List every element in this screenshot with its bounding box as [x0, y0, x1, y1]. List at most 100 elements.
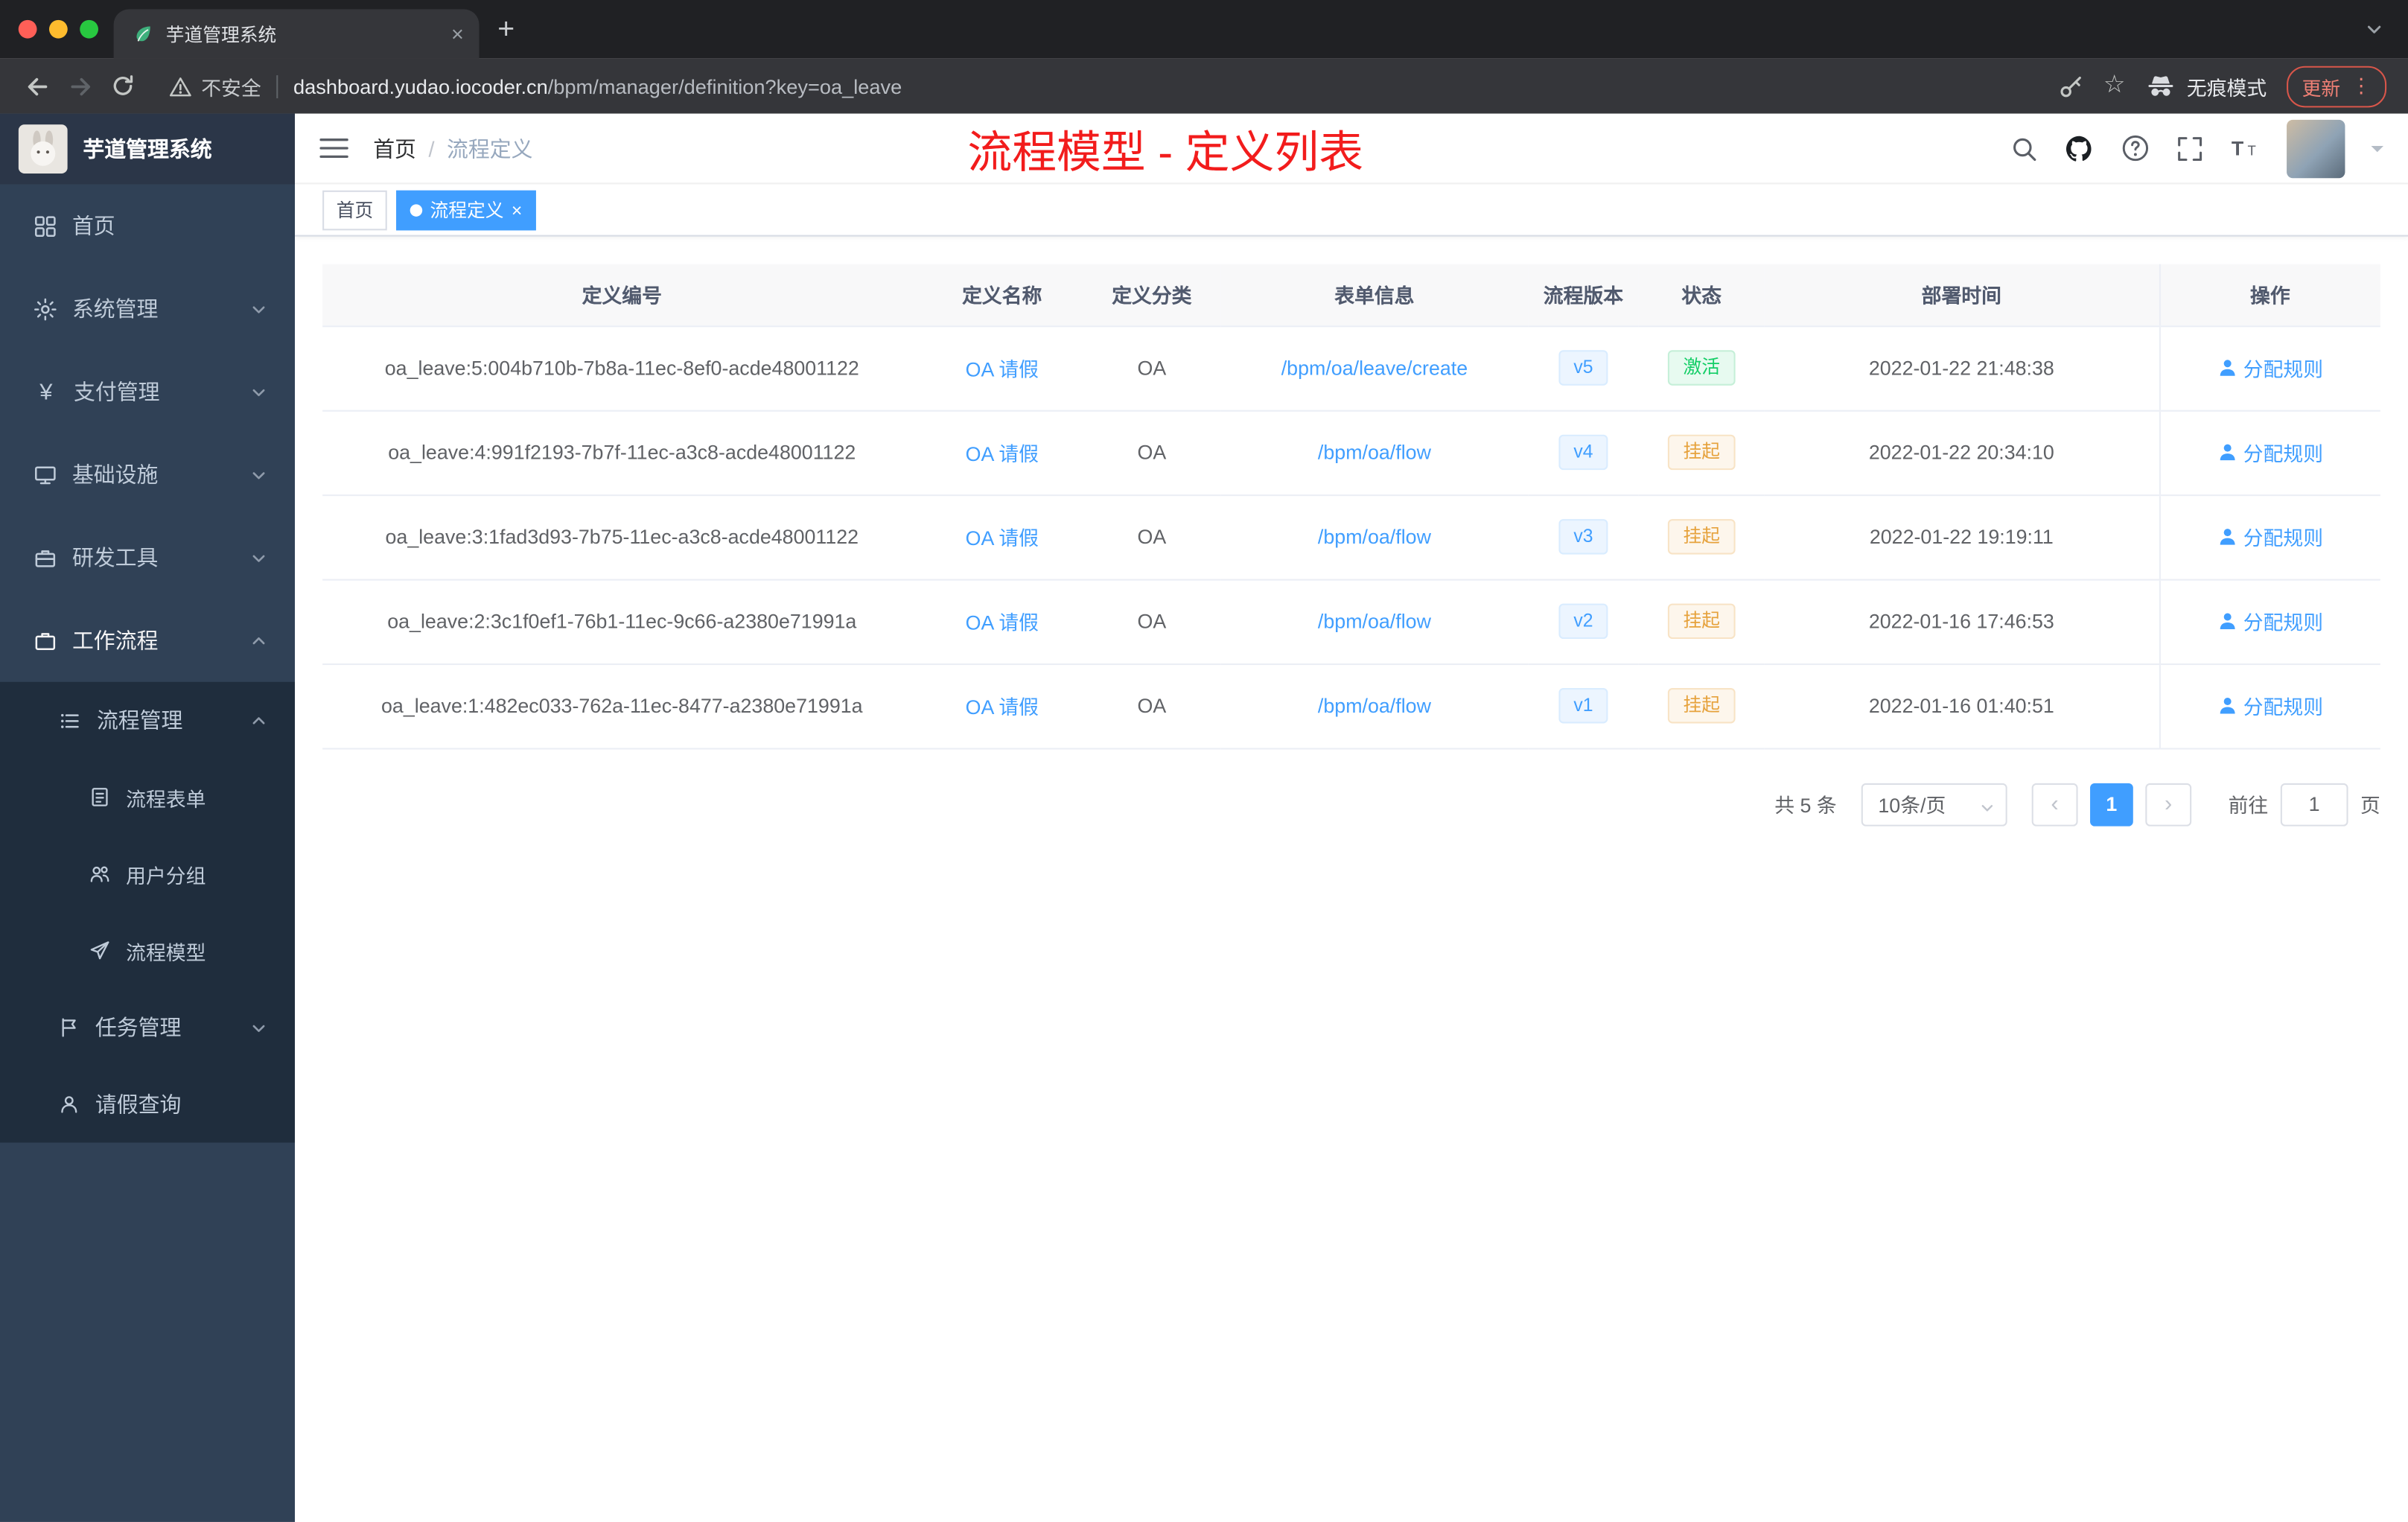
- user-avatar[interactable]: [2287, 118, 2345, 178]
- sidebar-item-process-model[interactable]: 流程模型: [0, 912, 295, 989]
- form-info-link[interactable]: /bpm/oa/flow: [1318, 525, 1431, 548]
- sidebar-item-label: 支付管理: [74, 379, 160, 404]
- version-badge: v1: [1558, 688, 1609, 724]
- browser-tab[interactable]: 芋道管理系统 ×: [113, 9, 480, 59]
- tag-home[interactable]: 首页: [322, 189, 387, 230]
- version-badge: v5: [1558, 350, 1609, 386]
- tag-label: 首页: [336, 200, 374, 221]
- sidebar-item-devtools[interactable]: 研发工具: [0, 516, 295, 599]
- tab-close-icon[interactable]: ×: [451, 23, 464, 45]
- font-size-icon[interactable]: TT: [2230, 134, 2261, 162]
- list-icon: [61, 713, 79, 727]
- person-icon: [2220, 697, 2235, 714]
- assign-rule-link[interactable]: 分配规则: [2217, 438, 2323, 467]
- tab-search-chevron-icon[interactable]: [2365, 20, 2383, 39]
- forward-button[interactable]: [58, 65, 101, 108]
- next-page-button[interactable]: ›: [2145, 782, 2192, 826]
- assign-rule-label: 分配规则: [2243, 611, 2324, 634]
- form-info-link[interactable]: /bpm/oa/flow: [1318, 610, 1431, 633]
- table-header-row: 定义编号 定义名称 定义分类 表单信息 流程版本 状态 部署时间 操作: [322, 264, 2380, 327]
- definition-name-link[interactable]: OA 请假: [966, 611, 1039, 634]
- status-badge: 挂起: [1667, 603, 1736, 639]
- form-icon: [92, 788, 108, 806]
- incognito-icon: [2148, 76, 2173, 96]
- sidebar-item-label: 系统管理: [71, 296, 159, 322]
- cell-definition-id: oa_leave:2:3c1f0ef1-76b1-11ec-9c66-a2380…: [322, 579, 922, 665]
- key-icon[interactable]: [2057, 73, 2083, 99]
- yen-icon: ¥: [39, 378, 53, 405]
- hamburger-icon[interactable]: [319, 137, 348, 160]
- cell-deploy-time: 2022-01-22 21:48:38: [1764, 325, 2159, 411]
- form-info-link[interactable]: /bpm/oa/flow: [1318, 694, 1431, 717]
- sidebar-item-process-management[interactable]: 流程管理: [0, 682, 295, 759]
- close-window-button[interactable]: [18, 19, 37, 39]
- definition-name-link[interactable]: OA 请假: [966, 695, 1039, 719]
- breadcrumb-current: 流程定义: [446, 136, 533, 161]
- security-chip[interactable]: 不安全: [169, 71, 261, 101]
- assign-rule-link[interactable]: 分配规则: [2217, 522, 2323, 551]
- browser-update-button[interactable]: 更新 ⋮: [2287, 65, 2387, 107]
- sidebar-item-label: 请假查询: [95, 1092, 182, 1117]
- reload-button[interactable]: [101, 65, 144, 108]
- sidebar-item-task-management[interactable]: 任务管理: [0, 989, 295, 1066]
- cell-category: OA: [1083, 410, 1221, 496]
- search-icon[interactable]: [2010, 134, 2038, 162]
- url-separator: [276, 74, 278, 98]
- table-row: oa_leave:2:3c1f0ef1-76b1-11ec-9c66-a2380…: [322, 579, 2380, 665]
- chevron-down-icon: [252, 554, 265, 561]
- col-definition-category: 定义分类: [1083, 264, 1221, 327]
- cell-definition-id: oa_leave:5:004b710b-7b8a-11ec-8ef0-acde4…: [322, 325, 922, 411]
- sidebar-item-user-group[interactable]: 用户分组: [0, 835, 295, 912]
- table-row: oa_leave:4:991f2193-7b7f-11ec-a3c8-acde4…: [322, 410, 2380, 496]
- help-icon[interactable]: [2121, 133, 2150, 162]
- definition-name-link[interactable]: OA 请假: [966, 358, 1039, 381]
- breadcrumb-home[interactable]: 首页: [373, 133, 416, 163]
- assign-rule-link[interactable]: 分配规则: [2217, 607, 2323, 636]
- page-size-select[interactable]: 10条/页: [1861, 782, 2007, 826]
- current-page-button[interactable]: 1: [2089, 782, 2133, 826]
- maximize-window-button[interactable]: [80, 19, 98, 39]
- sidebar-item-system[interactable]: 系统管理: [0, 267, 295, 350]
- pagination: 共 5 条 10条/页 ‹ 1 › 前往 页: [322, 782, 2380, 826]
- fullscreen-icon[interactable]: [2176, 134, 2204, 162]
- chevron-down-icon: [252, 388, 265, 396]
- tag-process-definition[interactable]: 流程定义 ×: [396, 189, 536, 230]
- bookmark-star-icon[interactable]: ☆: [2103, 73, 2126, 98]
- browser-menu-icon[interactable]: ⋮: [2351, 74, 2372, 98]
- definition-name-link[interactable]: OA 请假: [966, 526, 1039, 550]
- assign-rule-link[interactable]: 分配规则: [2217, 691, 2323, 720]
- sidebar-item-home[interactable]: 首页: [0, 185, 295, 267]
- new-tab-button[interactable]: +: [497, 15, 515, 44]
- goto-page-input[interactable]: [2280, 782, 2348, 826]
- prev-page-button[interactable]: ‹: [2031, 782, 2078, 826]
- minimize-window-button[interactable]: [49, 19, 68, 39]
- app-navbar: 首页 / 流程定义 流程模型 - 定义列表 TT: [295, 114, 2408, 185]
- tag-close-icon[interactable]: ×: [512, 200, 522, 219]
- sidebar-item-label: 流程表单: [126, 787, 206, 810]
- cell-definition-id: oa_leave:4:991f2193-7b7f-11ec-a3c8-acde4…: [322, 410, 922, 496]
- address-bar[interactable]: dashboard.yudao.iocoder.cn/bpm/manager/d…: [293, 74, 902, 98]
- avatar-dropdown-caret-icon[interactable]: [2371, 145, 2383, 159]
- flag-icon: [62, 1018, 76, 1037]
- back-arrow-icon: [27, 77, 47, 95]
- send-icon: [90, 941, 109, 960]
- sidebar-item-payment[interactable]: ¥ 支付管理: [0, 350, 295, 433]
- page-unit-label: 页: [2360, 794, 2380, 818]
- svg-text:T: T: [2232, 136, 2244, 159]
- sidebar-item-leave-query[interactable]: 请假查询: [0, 1066, 295, 1142]
- github-icon[interactable]: [2064, 133, 2095, 163]
- back-button[interactable]: [16, 65, 59, 108]
- page-size-value: 10条/页: [1878, 794, 1946, 818]
- sidebar-logo[interactable]: 芋道管理系统: [0, 113, 295, 185]
- chevron-up-icon: [252, 716, 265, 724]
- form-info-link[interactable]: /bpm/oa/flow: [1318, 441, 1431, 464]
- form-info-link[interactable]: /bpm/oa/leave/create: [1281, 357, 1468, 380]
- users-icon: [90, 866, 109, 882]
- sidebar-item-infrastructure[interactable]: 基础设施: [0, 433, 295, 516]
- table-row: oa_leave:1:482ec033-762a-11ec-8477-a2380…: [322, 663, 2380, 749]
- browser-tabstrip: 芋道管理系统 × +: [0, 0, 2408, 59]
- sidebar-item-process-form[interactable]: 流程表单: [0, 759, 295, 835]
- sidebar-item-workflow[interactable]: 工作流程: [0, 599, 295, 681]
- definition-name-link[interactable]: OA 请假: [966, 442, 1039, 465]
- assign-rule-link[interactable]: 分配规则: [2217, 353, 2323, 382]
